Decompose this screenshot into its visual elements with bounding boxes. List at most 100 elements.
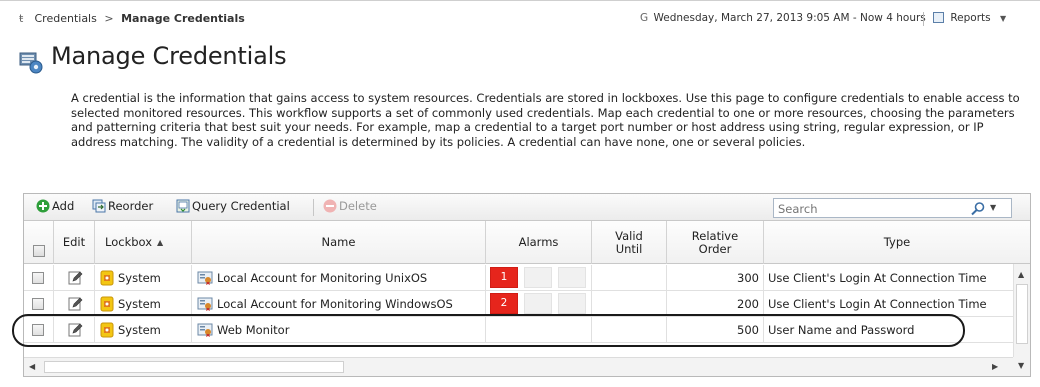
credential-name[interactable]: Local Account for Monitoring UnixOS: [217, 271, 427, 285]
scroll-corner: ▼: [1013, 357, 1030, 376]
page-description: A credential is the information that gai…: [71, 91, 1020, 149]
column-label: Type: [883, 235, 911, 249]
lockbox-cell: System: [95, 317, 192, 342]
column-label: Alarms: [518, 235, 559, 249]
column-header-type[interactable]: Type: [764, 221, 1030, 264]
vertical-scrollbar[interactable]: ▲: [1013, 264, 1030, 364]
page-title: Manage Credentials: [51, 42, 287, 70]
reorder-icon: [92, 199, 106, 213]
table-row[interactable]: System Local Account for Monitoring Wind…: [24, 291, 1013, 317]
top-bar: ŧ Credentials > Manage Credentials G Wed…: [0, 0, 1040, 30]
row-checkbox[interactable]: [32, 324, 44, 336]
column-header-edit: Edit: [54, 221, 95, 264]
edit-icon[interactable]: [68, 322, 83, 337]
row-select-cell: [24, 317, 54, 342]
breadcrumb: ŧ Credentials > Manage Credentials: [19, 12, 245, 25]
edit-icon[interactable]: [68, 270, 83, 285]
row-select-cell: [24, 265, 54, 290]
lockbox-name[interactable]: System: [118, 271, 161, 285]
horizontal-scroll-thumb[interactable]: [44, 361, 344, 373]
time-range-selector[interactable]: G Wednesday, March 27, 2013 9:05 AM - No…: [640, 12, 941, 24]
column-header-name[interactable]: Name: [192, 221, 486, 264]
horizontal-scrollbar[interactable]: ◀ ▶: [24, 357, 1013, 376]
name-cell: Web Monitor: [192, 317, 486, 342]
query-credential-button[interactable]: Query Credential: [176, 199, 290, 213]
table-toolbar: Add Reorder Query Credential Delete Sear…: [24, 194, 1030, 221]
scroll-up-icon[interactable]: ▲: [1018, 270, 1024, 279]
scroll-left-icon[interactable]: ◀: [29, 362, 35, 371]
scroll-right-icon[interactable]: ▶: [992, 362, 998, 371]
column-label: Lockbox: [105, 235, 153, 249]
breadcrumb-parent[interactable]: Credentials: [35, 12, 97, 25]
scroll-down-icon[interactable]: ▼: [1018, 361, 1024, 370]
edit-cell: [54, 265, 95, 290]
search-input[interactable]: [778, 201, 958, 216]
alarm-slot: [524, 293, 552, 314]
column-header-valid-until[interactable]: Valid Until: [592, 221, 667, 264]
delete-icon: [323, 199, 337, 213]
add-button[interactable]: Add: [36, 199, 74, 213]
edit-cell: [54, 317, 95, 342]
reports-icon: [933, 12, 944, 23]
search-icon[interactable]: [970, 201, 986, 216]
valid-until-cell: [592, 265, 667, 290]
vertical-scroll-thumb[interactable]: [1016, 284, 1028, 344]
column-label: Valid Until: [615, 228, 643, 256]
row-checkbox[interactable]: [32, 272, 44, 284]
credential-name[interactable]: Web Monitor: [217, 323, 289, 337]
time-icon: G: [640, 12, 649, 24]
toolbar-divider: [313, 199, 314, 216]
name-cell: Local Account for Monitoring UnixOS: [192, 265, 486, 290]
column-label: Name: [321, 235, 356, 249]
toolbar-divider: [923, 12, 924, 26]
lockbox-icon: [100, 322, 114, 337]
alarms-cell: 2: [486, 291, 592, 316]
credential-name[interactable]: Local Account for Monitoring WindowsOS: [217, 297, 453, 311]
alarm-slot: [524, 267, 552, 288]
delete-label: Delete: [339, 199, 377, 213]
breadcrumb-separator: >: [104, 12, 114, 25]
relative-order-cell: 300: [667, 265, 764, 290]
lockbox-icon: [100, 270, 114, 285]
valid-until-cell: [592, 291, 667, 316]
row-select-cell: [24, 291, 54, 316]
reorder-label: Reorder: [108, 199, 154, 213]
time-range-label: Wednesday, March 27, 2013 9:05 AM - Now …: [653, 12, 926, 24]
breadcrumb-home-icon[interactable]: ŧ: [19, 12, 31, 25]
select-all-checkbox[interactable]: [33, 245, 45, 257]
alarm-count-badge[interactable]: 2: [490, 293, 518, 314]
search-box[interactable]: ▼: [773, 198, 1012, 218]
reorder-button[interactable]: Reorder: [92, 199, 153, 213]
add-icon: [36, 199, 50, 213]
chevron-down-icon: ▼: [999, 14, 1007, 23]
reports-menu[interactable]: Reports ▼: [933, 12, 1006, 24]
name-cell: Local Account for Monitoring WindowsOS: [192, 291, 486, 316]
valid-until-cell: [592, 317, 667, 342]
column-header-lockbox[interactable]: Lockbox ▲: [95, 221, 192, 264]
type-cell: User Name and Password: [768, 322, 915, 337]
delete-button[interactable]: Delete: [323, 199, 377, 213]
edit-icon[interactable]: [68, 296, 83, 311]
add-label: Add: [52, 199, 75, 213]
alarm-count-badge[interactable]: 1: [490, 267, 518, 288]
table-row[interactable]: System Web Monitor 500 User Name and Pas…: [24, 317, 1013, 343]
table-row[interactable]: System Local Account for Monitoring Unix…: [24, 265, 1013, 291]
lockbox-icon: [100, 296, 114, 311]
credential-icon: [197, 297, 213, 311]
credential-icon: [197, 323, 213, 337]
lockbox-cell: System: [95, 291, 192, 316]
column-header-relative-order[interactable]: Relative Order: [667, 221, 764, 264]
credential-icon: [197, 271, 213, 285]
column-label: Relative Order: [691, 228, 739, 256]
lockbox-name[interactable]: System: [118, 297, 161, 311]
credentials-icon: [19, 52, 43, 74]
relative-order-cell: 500: [667, 317, 764, 342]
chevron-down-icon[interactable]: ▼: [990, 203, 996, 212]
alarm-slot: [558, 267, 586, 288]
lockbox-name[interactable]: System: [118, 323, 161, 337]
credentials-table: Add Reorder Query Credential Delete Sear…: [23, 193, 1031, 377]
relative-order-cell: 200: [667, 291, 764, 316]
column-header-alarms[interactable]: Alarms: [486, 221, 592, 264]
alarms-cell: 1: [486, 265, 592, 290]
row-checkbox[interactable]: [32, 298, 44, 310]
